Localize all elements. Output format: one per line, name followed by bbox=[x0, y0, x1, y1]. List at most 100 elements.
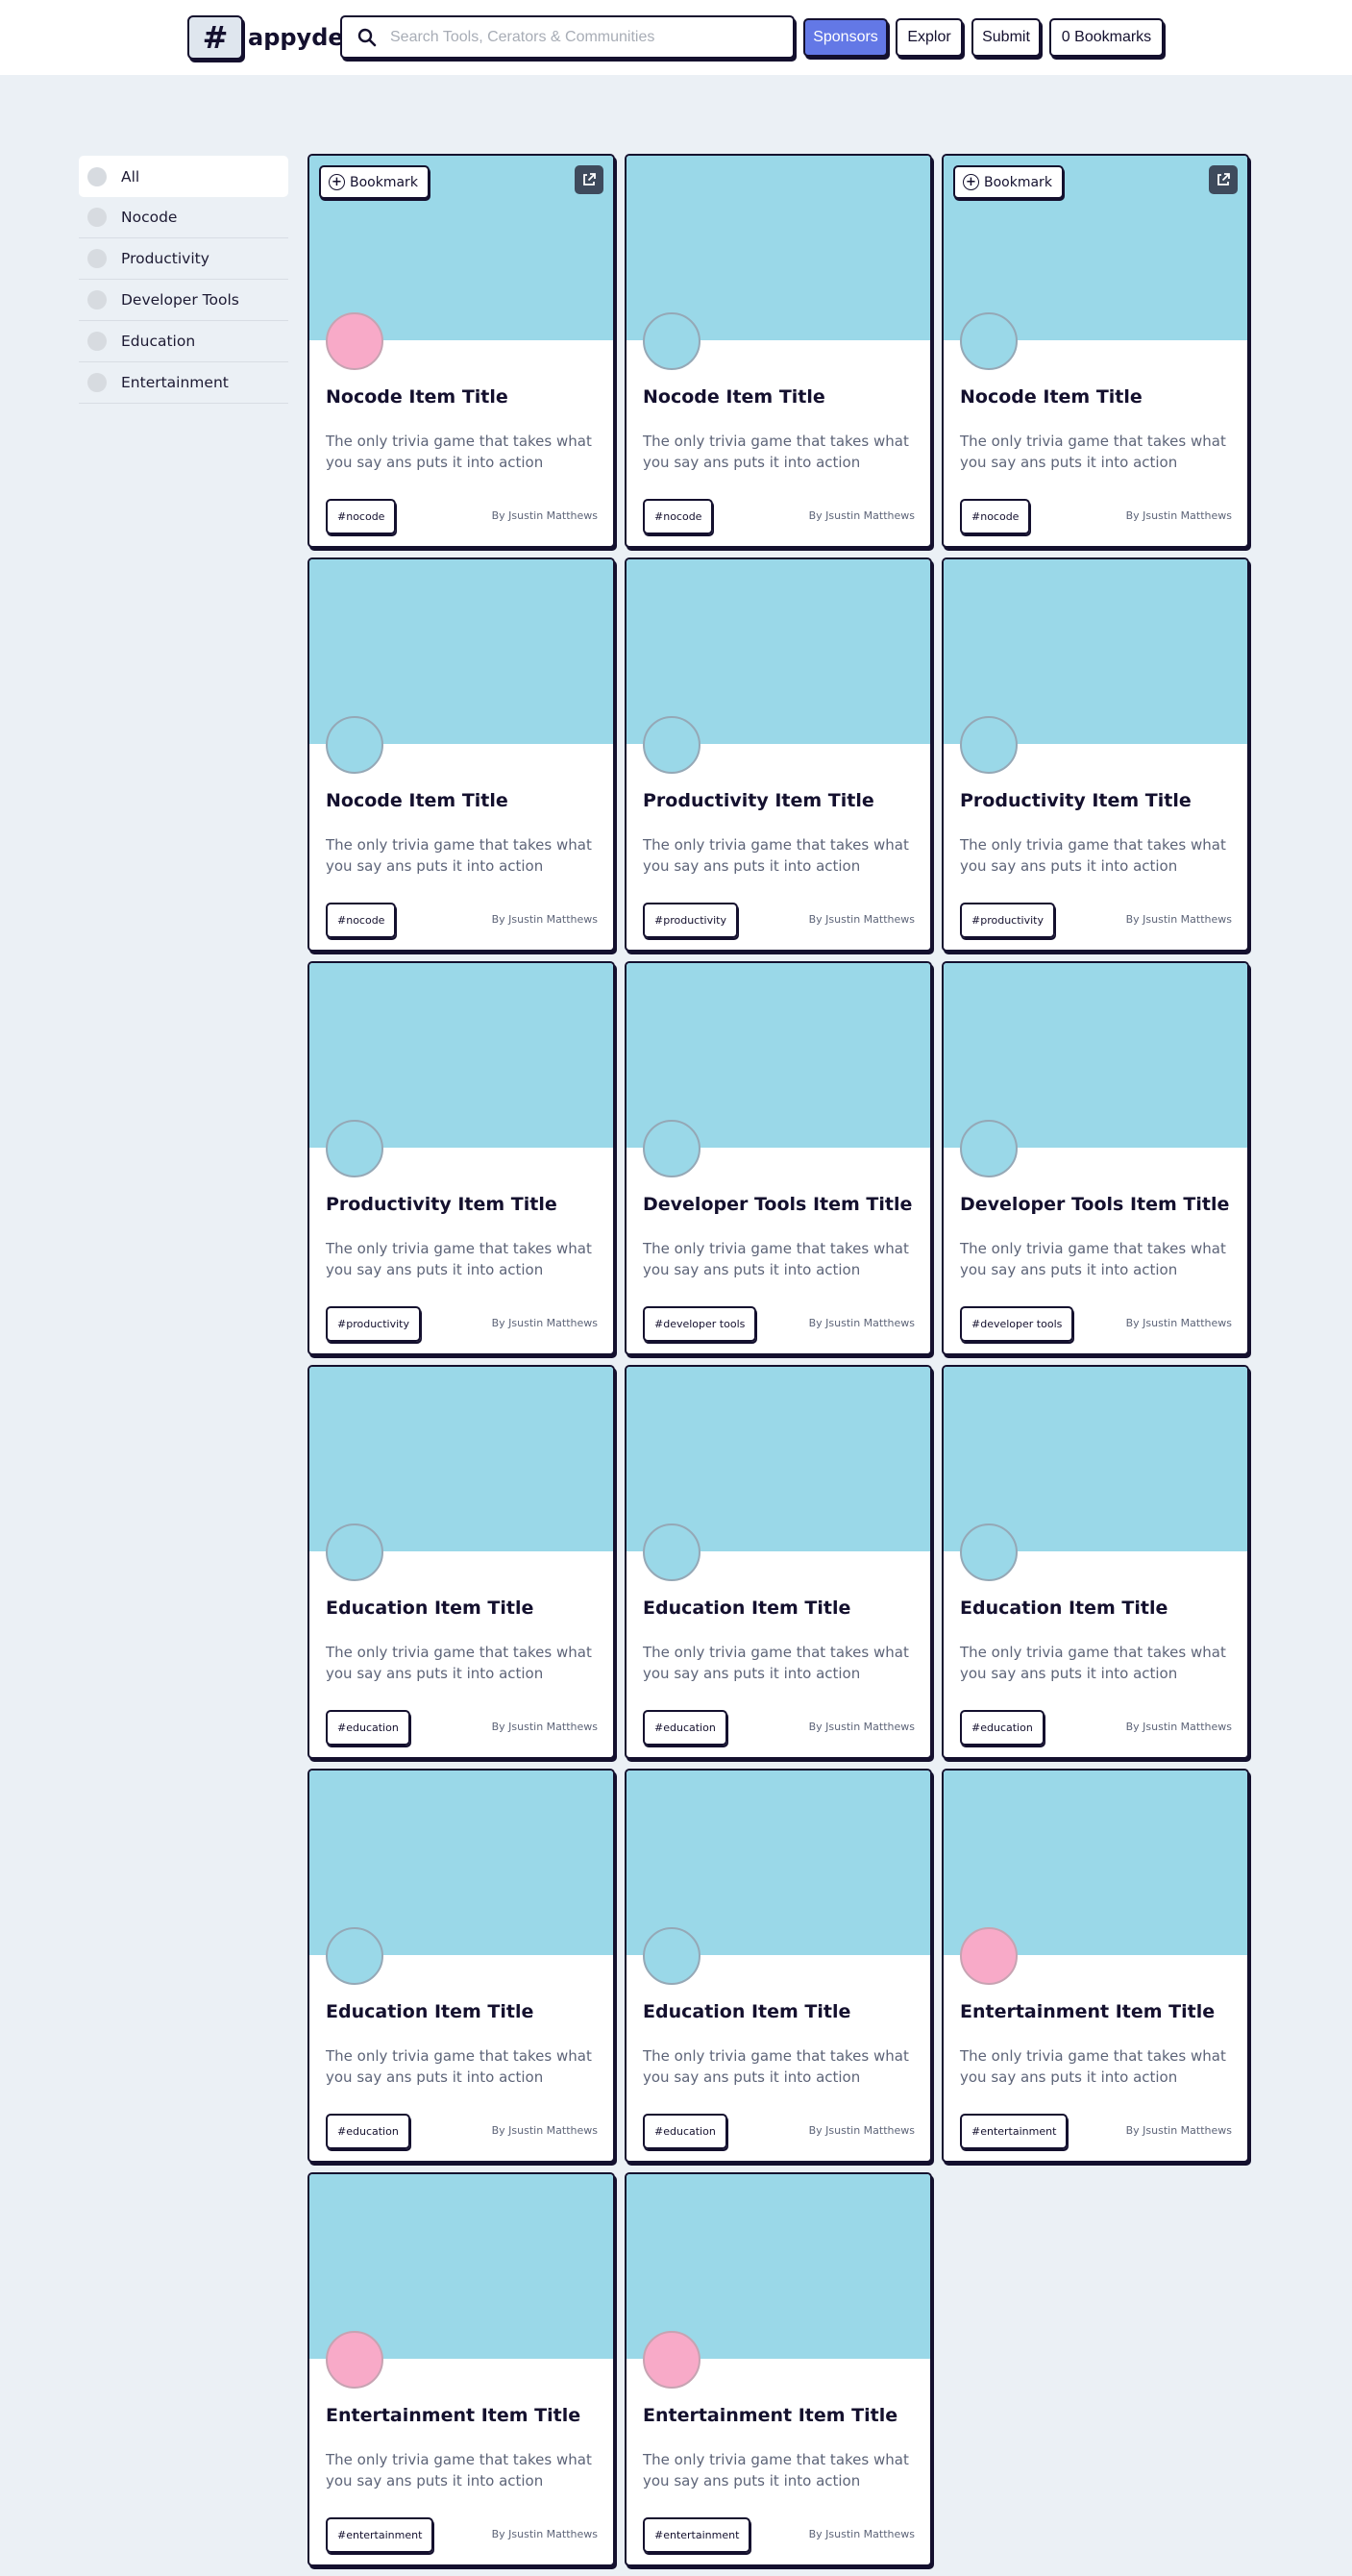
card-tag[interactable]: #entertainment bbox=[960, 2114, 1069, 2149]
card-author: By Jsustin Matthews bbox=[808, 1317, 915, 1329]
card-tag[interactable]: #productivity bbox=[326, 1306, 421, 1342]
card-description: The only trivia game that takes what you… bbox=[960, 1240, 1226, 1278]
card-title[interactable]: Nocode Item Title bbox=[643, 386, 825, 408]
card-title[interactable]: Productivity Item Title bbox=[960, 790, 1192, 811]
card-avatar bbox=[960, 312, 1018, 370]
item-card[interactable]: Entertainment Item Title The only trivia … bbox=[625, 2172, 932, 2566]
card-author: By Jsustin Matthews bbox=[808, 2528, 915, 2540]
card-tag[interactable]: #developer tools bbox=[960, 1306, 1074, 1342]
card-tag[interactable]: #nocode bbox=[326, 499, 397, 534]
card-author: By Jsustin Matthews bbox=[491, 913, 598, 926]
card-avatar bbox=[326, 2331, 383, 2389]
card-title[interactable]: Developer Tools Item Title bbox=[643, 1194, 912, 1215]
card-tag[interactable]: #education bbox=[326, 2114, 410, 2149]
card-tag[interactable]: #nocode bbox=[960, 499, 1031, 534]
card-author: By Jsustin Matthews bbox=[491, 2528, 598, 2540]
item-card[interactable]: Education Item Title The only trivia game… bbox=[625, 1769, 932, 2163]
item-card[interactable]: Entertainment Item Title The only trivia … bbox=[307, 2172, 615, 2566]
explore-button[interactable]: Explor bbox=[896, 18, 963, 57]
item-card[interactable]: Education Item Title The only trivia game… bbox=[307, 1365, 615, 1759]
card-avatar bbox=[960, 1927, 1018, 1985]
hash-logo-icon: # bbox=[187, 15, 243, 60]
card-tag[interactable]: #entertainment bbox=[643, 2517, 751, 2553]
card-tag[interactable]: #nocode bbox=[643, 499, 714, 534]
card-tag[interactable]: #education bbox=[643, 1710, 727, 1746]
item-card[interactable]: Developer Tools Item Title The only trivi… bbox=[942, 961, 1249, 1355]
sponsors-button[interactable]: Sponsors bbox=[803, 18, 888, 57]
card-title[interactable]: Nocode Item Title bbox=[326, 386, 508, 408]
item-card[interactable]: Productivity Item Title The only trivia g… bbox=[307, 961, 615, 1355]
item-card[interactable]: Entertainment Item Title The only trivia … bbox=[942, 1769, 1249, 2163]
submit-button[interactable]: Submit bbox=[971, 18, 1041, 57]
sidebar-item-developer-tools[interactable]: Developer Tools bbox=[79, 280, 288, 321]
item-card[interactable]: + Bookmark Nocode Item Title The only trivi… bbox=[942, 154, 1249, 548]
sidebar-item-label: Entertainment bbox=[121, 374, 229, 391]
circle-icon bbox=[87, 290, 107, 310]
card-title[interactable]: Entertainment Item Title bbox=[326, 2405, 580, 2426]
card-description: The only trivia game that takes what you… bbox=[643, 2451, 909, 2489]
card-title[interactable]: Entertainment Item Title bbox=[960, 2001, 1215, 2022]
item-card[interactable]: Nocode Item Title The only trivia game th… bbox=[625, 154, 932, 548]
bookmarks-button[interactable]: 0 Bookmarks bbox=[1049, 18, 1164, 57]
open-external-button[interactable] bbox=[1209, 165, 1238, 194]
bookmark-label: Bookmark bbox=[350, 174, 418, 190]
card-title[interactable]: Education Item Title bbox=[643, 1598, 850, 1619]
logo[interactable]: # appydev bbox=[187, 15, 358, 60]
item-card[interactable]: Developer Tools Item Title The only trivi… bbox=[625, 961, 932, 1355]
item-card-grid: + Bookmark Nocode Item Title The only trivi… bbox=[307, 154, 1250, 2571]
sidebar-item-productivity[interactable]: Productivity bbox=[79, 238, 288, 280]
card-tag[interactable]: #productivity bbox=[643, 903, 738, 938]
open-external-button[interactable] bbox=[575, 165, 603, 194]
card-title[interactable]: Education Item Title bbox=[960, 1598, 1168, 1619]
card-title[interactable]: Productivity Item Title bbox=[326, 1194, 557, 1215]
card-title[interactable]: Education Item Title bbox=[326, 1598, 533, 1619]
card-tag[interactable]: #education bbox=[643, 2114, 727, 2149]
card-title[interactable]: Entertainment Item Title bbox=[643, 2405, 897, 2426]
item-card[interactable]: Productivity Item Title The only trivia g… bbox=[625, 557, 932, 952]
item-card[interactable]: Nocode Item Title The only trivia game th… bbox=[307, 557, 615, 952]
card-author: By Jsustin Matthews bbox=[1125, 1317, 1232, 1329]
sidebar-item-nocode[interactable]: Nocode bbox=[79, 197, 288, 238]
card-tag[interactable]: #entertainment bbox=[326, 2517, 434, 2553]
card-avatar bbox=[960, 1120, 1018, 1177]
circle-icon bbox=[87, 332, 107, 351]
bookmark-button[interactable]: + Bookmark bbox=[953, 165, 1064, 199]
card-author: By Jsustin Matthews bbox=[1125, 509, 1232, 522]
card-tag[interactable]: #productivity bbox=[960, 903, 1055, 938]
item-card[interactable]: + Bookmark Nocode Item Title The only trivi… bbox=[307, 154, 615, 548]
top-header: # appydev Sponsors Explor Submit 0 Bookm… bbox=[0, 0, 1352, 75]
card-tag[interactable]: #nocode bbox=[326, 903, 397, 938]
card-title[interactable]: Productivity Item Title bbox=[643, 790, 874, 811]
card-title[interactable]: Nocode Item Title bbox=[326, 790, 508, 811]
card-avatar bbox=[326, 312, 383, 370]
sidebar-item-education[interactable]: Education bbox=[79, 321, 288, 362]
card-description: The only trivia game that takes what you… bbox=[326, 836, 592, 875]
item-card[interactable]: Education Item Title The only trivia game… bbox=[625, 1365, 932, 1759]
external-link-icon bbox=[1217, 173, 1230, 186]
bookmark-button[interactable]: + Bookmark bbox=[319, 165, 430, 199]
card-avatar bbox=[643, 1523, 701, 1581]
card-description: The only trivia game that takes what you… bbox=[643, 2047, 909, 2086]
search-input[interactable] bbox=[390, 28, 774, 46]
card-description: The only trivia game that takes what you… bbox=[326, 2047, 592, 2086]
card-description: The only trivia game that takes what you… bbox=[960, 1644, 1226, 1682]
card-title[interactable]: Education Item Title bbox=[643, 2001, 850, 2022]
card-tag[interactable]: #education bbox=[326, 1710, 410, 1746]
card-description: The only trivia game that takes what you… bbox=[326, 1240, 592, 1278]
sidebar-item-entertainment[interactable]: Entertainment bbox=[79, 362, 288, 404]
search-bar[interactable] bbox=[340, 15, 795, 59]
card-author: By Jsustin Matthews bbox=[808, 509, 915, 522]
sidebar-item-all[interactable]: All bbox=[79, 156, 288, 197]
card-tag[interactable]: #education bbox=[960, 1710, 1045, 1746]
card-tag[interactable]: #developer tools bbox=[643, 1306, 757, 1342]
card-avatar bbox=[326, 1120, 383, 1177]
card-title[interactable]: Developer Tools Item Title bbox=[960, 1194, 1229, 1215]
item-card[interactable]: Education Item Title The only trivia game… bbox=[307, 1769, 615, 2163]
card-title[interactable]: Education Item Title bbox=[326, 2001, 533, 2022]
card-avatar bbox=[643, 1120, 701, 1177]
card-title[interactable]: Nocode Item Title bbox=[960, 386, 1143, 408]
card-author: By Jsustin Matthews bbox=[491, 509, 598, 522]
item-card[interactable]: Education Item Title The only trivia game… bbox=[942, 1365, 1249, 1759]
card-description: The only trivia game that takes what you… bbox=[326, 2451, 592, 2489]
item-card[interactable]: Productivity Item Title The only trivia g… bbox=[942, 557, 1249, 952]
